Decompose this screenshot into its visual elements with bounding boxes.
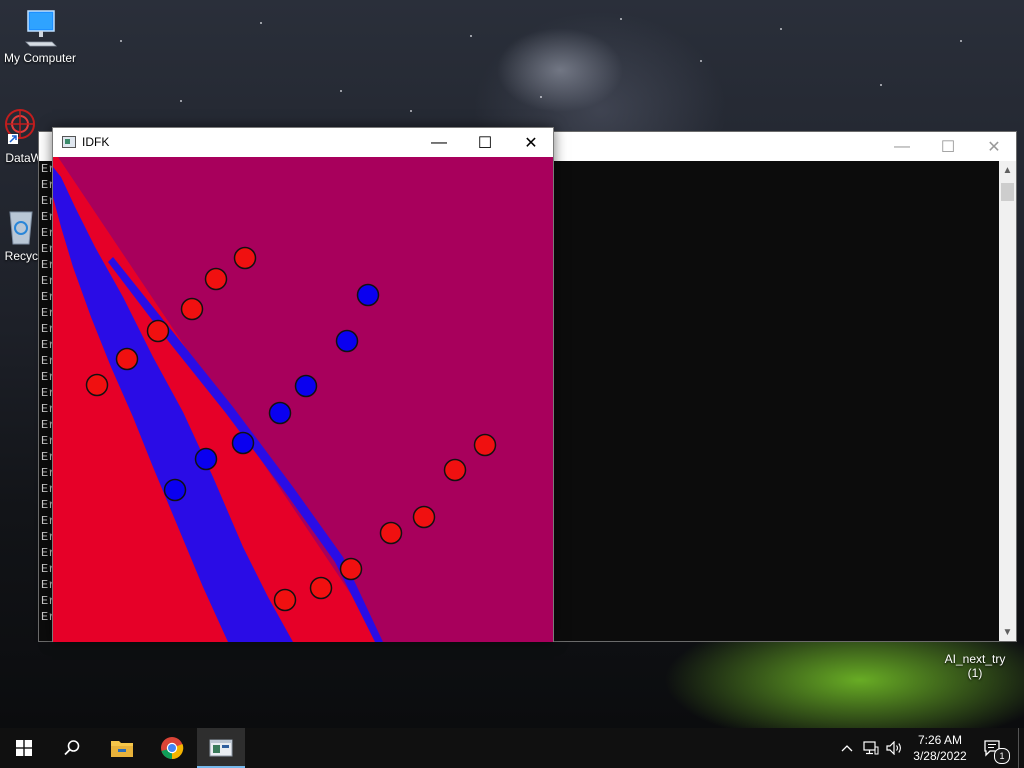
notifications-button[interactable]: 1	[978, 728, 1010, 768]
red-data-point	[85, 373, 109, 397]
idfk-window[interactable]: IDFK — ☐ ✕	[52, 127, 554, 642]
python-window-icon	[209, 739, 233, 757]
recycle-bin-icon	[2, 206, 38, 246]
red-data-point	[309, 576, 333, 600]
idfk-title-bar[interactable]: IDFK — ☐ ✕	[53, 128, 553, 157]
red-data-point	[146, 319, 170, 343]
red-data-point	[273, 588, 297, 612]
python-window-button[interactable]	[197, 728, 245, 768]
volume-button[interactable]	[884, 728, 906, 768]
red-data-point	[115, 347, 139, 371]
blue-data-point	[294, 374, 318, 398]
desktop-folder-ai-next-try[interactable]: AI_next_try (1)	[935, 652, 1015, 680]
file-explorer-icon	[111, 741, 133, 757]
computer-icon	[22, 8, 58, 48]
close-button[interactable]: ✕	[508, 128, 554, 157]
window-title: IDFK	[82, 135, 110, 149]
dataw-app-icon	[2, 108, 38, 148]
blue-data-point	[163, 478, 187, 502]
console-maximize-button[interactable]: ☐	[925, 132, 971, 161]
chrome-button[interactable]	[148, 728, 196, 768]
notification-count-badge: 1	[994, 748, 1010, 764]
red-data-point	[473, 433, 497, 457]
red-data-point	[412, 505, 436, 529]
classifier-canvas[interactable]	[53, 157, 553, 642]
taskbar-clock[interactable]: 7:26 AM 3/28/2022	[905, 732, 975, 764]
start-button[interactable]	[0, 728, 48, 768]
network-button[interactable]	[860, 728, 882, 768]
scroll-down-arrow-icon[interactable]: ▼	[999, 623, 1016, 641]
blue-data-point	[356, 283, 380, 307]
pygame-window-icon	[62, 136, 76, 148]
chevron-up-icon	[841, 745, 853, 752]
scroll-up-arrow-icon[interactable]: ▲	[999, 161, 1016, 179]
maximize-button[interactable]: ☐	[462, 128, 508, 157]
red-data-point	[204, 267, 228, 291]
console-scrollbar[interactable]: ▲ ▼	[999, 161, 1016, 641]
blue-data-point	[335, 329, 359, 353]
network-icon	[863, 741, 879, 755]
blue-data-point	[231, 431, 255, 455]
search-icon	[64, 740, 80, 756]
blue-data-point	[194, 447, 218, 471]
scrollbar-thumb[interactable]	[1001, 183, 1014, 201]
clock-time: 7:26 AM	[917, 733, 963, 747]
folder-label-line1: AI_next_try	[944, 652, 1006, 666]
minimize-button[interactable]: —	[416, 128, 462, 157]
desktop-icon-my-computer[interactable]: My Computer	[0, 8, 80, 65]
console-minimize-button[interactable]: —	[879, 132, 925, 161]
taskbar: 7:26 AM 3/28/2022 1	[0, 728, 1024, 768]
red-data-point	[180, 297, 204, 321]
search-button[interactable]	[48, 728, 96, 768]
windows-start-icon	[16, 740, 32, 756]
red-data-point	[379, 521, 403, 545]
red-data-point	[233, 246, 257, 270]
desktop-icon-label: My Computer	[3, 51, 77, 65]
volume-icon	[886, 741, 901, 755]
folder-label-line2: (1)	[967, 666, 983, 680]
file-explorer-button[interactable]	[98, 728, 146, 768]
chrome-icon	[161, 737, 184, 760]
red-data-point	[339, 557, 363, 581]
red-data-point	[443, 458, 467, 482]
blue-data-point	[268, 401, 292, 425]
show-desktop-button[interactable]	[1018, 728, 1024, 768]
console-close-button[interactable]: ✕	[971, 132, 1017, 161]
show-hidden-icons-button[interactable]	[838, 728, 856, 768]
clock-date: 3/28/2022	[913, 749, 967, 763]
